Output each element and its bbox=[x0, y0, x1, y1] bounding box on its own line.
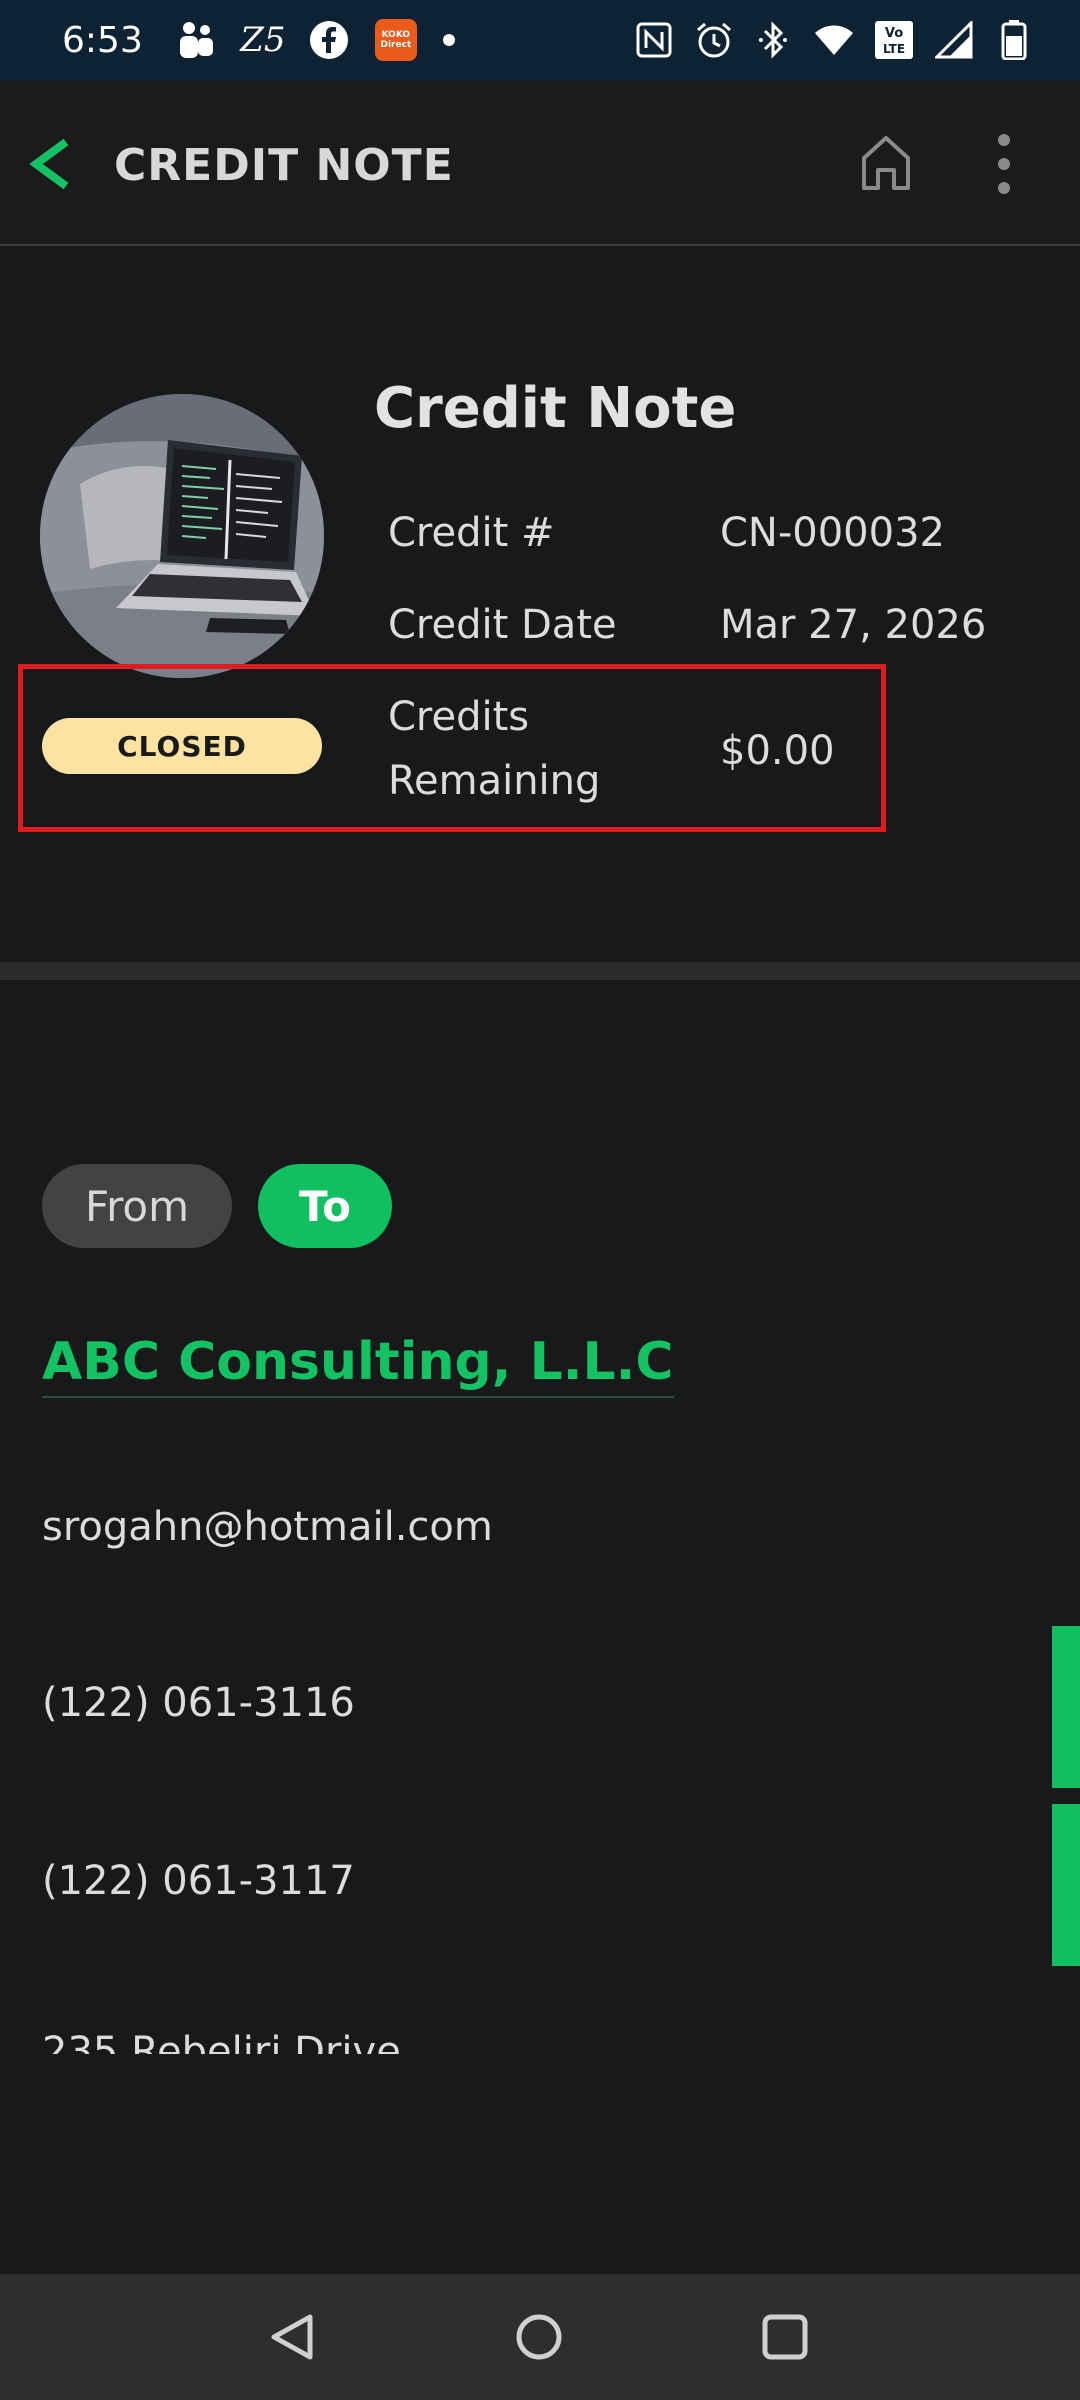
circle-home-icon bbox=[516, 2314, 562, 2360]
svg-text:Vo: Vo bbox=[885, 26, 903, 41]
wifi-icon bbox=[814, 20, 854, 60]
contact-address: 235 Rebeliri Drive bbox=[42, 2032, 942, 2054]
home-button[interactable] bbox=[858, 132, 914, 192]
app-toolbar: CREDIT NOTE bbox=[0, 80, 1080, 246]
credit-date-label: Credit Date bbox=[388, 602, 617, 648]
svg-text:LTE: LTE bbox=[883, 42, 905, 56]
highlight-box bbox=[18, 664, 886, 832]
more-vertical-icon bbox=[998, 134, 1010, 194]
teams-icon bbox=[177, 20, 217, 60]
company-name-link[interactable]: ABC Consulting, L.L.C bbox=[42, 1332, 674, 1398]
signal-icon bbox=[934, 20, 974, 60]
triangle-back-icon bbox=[271, 2314, 313, 2360]
nav-recents-button[interactable] bbox=[760, 2312, 810, 2362]
credit-note-heading: Credit Note bbox=[374, 376, 737, 441]
zee5-icon: Z5 bbox=[240, 20, 286, 60]
tab-from[interactable]: From bbox=[42, 1164, 232, 1248]
bluetooth-icon bbox=[754, 20, 794, 60]
credit-date-value: Mar 27, 2026 bbox=[720, 602, 987, 648]
app-badge-icon: KOKO Direct bbox=[374, 19, 417, 61]
contact-email[interactable]: srogahn@hotmail.com bbox=[42, 1504, 493, 1550]
status-time: 6:53 bbox=[62, 19, 143, 61]
facebook-icon bbox=[309, 20, 349, 60]
contact-phone[interactable]: (122) 061-3116 bbox=[42, 1680, 355, 1726]
nfc-icon bbox=[634, 20, 674, 60]
status-right-icons: Vo LTE bbox=[634, 20, 1034, 60]
credit-note-screen: 6:53 Z5 KOKO Direct Vo LTE CREDIT NOTE C… bbox=[0, 0, 1080, 2400]
status-bar: 6:53 Z5 KOKO Direct Vo LTE bbox=[0, 0, 1080, 80]
page-title: CREDIT NOTE bbox=[114, 140, 454, 191]
laptop-image-icon bbox=[40, 394, 324, 678]
chevron-left-icon bbox=[29, 138, 69, 190]
nav-home-button[interactable] bbox=[514, 2312, 564, 2362]
alarm-icon bbox=[694, 20, 734, 60]
volte-icon: Vo LTE bbox=[874, 20, 914, 60]
credit-number-value: CN-000032 bbox=[720, 510, 945, 556]
square-recents-icon bbox=[762, 2314, 808, 2360]
side-edge-tab-1[interactable] bbox=[1052, 1626, 1080, 1788]
battery-icon bbox=[994, 20, 1034, 60]
home-icon bbox=[862, 136, 910, 190]
contact-phone-secondary[interactable]: (122) 061-3117 bbox=[42, 1858, 355, 1904]
contact-address-text: 235 Rebeliri Drive bbox=[42, 2032, 942, 2054]
section-divider bbox=[0, 962, 1080, 980]
credit-note-image bbox=[40, 394, 324, 678]
tab-to[interactable]: To bbox=[258, 1164, 392, 1248]
status-left-icons: Z5 KOKO Direct bbox=[177, 19, 455, 61]
credit-number-label: Credit # bbox=[388, 510, 555, 556]
nav-back-button[interactable] bbox=[268, 2312, 318, 2362]
side-edge-tab-2[interactable] bbox=[1052, 1804, 1080, 1966]
system-nav-bar bbox=[0, 2274, 1080, 2400]
notification-dot-icon bbox=[442, 34, 455, 46]
back-button[interactable] bbox=[26, 136, 76, 192]
more-options-button[interactable] bbox=[984, 132, 1024, 196]
